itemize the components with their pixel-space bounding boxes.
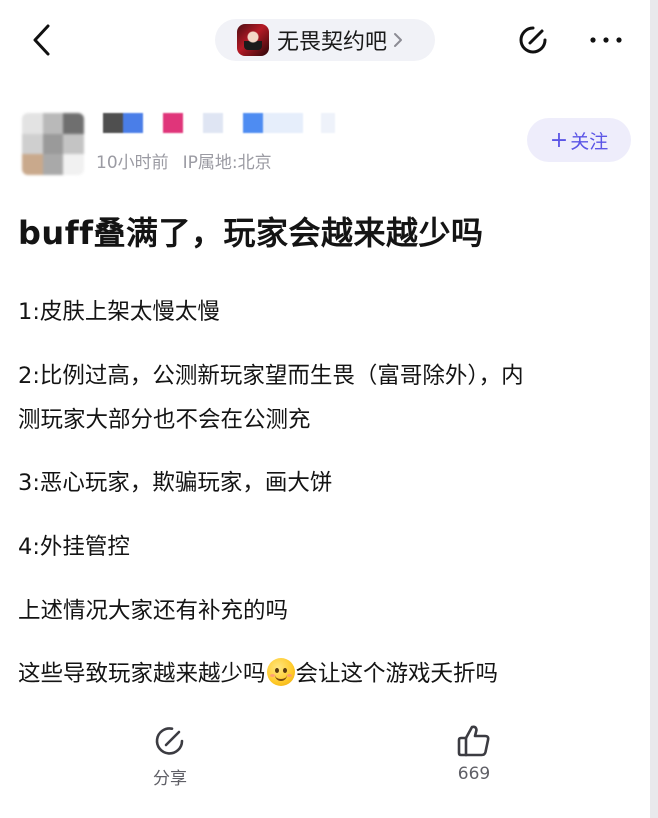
follow-button[interactable]: + 关注 — [527, 118, 631, 162]
scroll-edge — [650, 0, 658, 818]
share-button[interactable]: 分享 — [130, 722, 210, 789]
post-text: 会让这个游戏夭折吗 — [295, 661, 499, 687]
post-line: 测玩家大部分也不会在公测充 — [18, 407, 311, 433]
back-button[interactable] — [22, 20, 62, 60]
share-top-button[interactable] — [513, 20, 553, 60]
post-line-with-emoji: 这些导致玩家越来越少吗 会让这个游戏夭折吗 — [18, 656, 498, 688]
post-line: 上述情况大家还有补充的吗 — [18, 598, 289, 624]
post-text: 这些导致玩家越来越少吗 — [18, 661, 266, 687]
post-line: 4:外挂管控 — [18, 534, 130, 560]
forum-name: 无畏契约吧 — [277, 30, 388, 55]
more-icon — [590, 37, 622, 43]
chevron-left-icon — [33, 24, 50, 56]
post-meta: 10小时前 IP属地:北京 — [96, 148, 272, 173]
follow-label: 关注 — [570, 130, 609, 153]
smiling-face-emoji-icon — [266, 658, 295, 686]
ip-location: IP属地:北京 — [182, 153, 272, 173]
post-line: 2:比例过高，公测新玩家望而生畏（富哥除外），内 — [18, 363, 524, 389]
chevron-right-icon — [393, 32, 403, 48]
author-name-redacted[interactable] — [103, 113, 343, 135]
like-button[interactable]: 669 — [434, 722, 514, 784]
post-line: 3:恶心玩家，欺骗玩家，画大饼 — [18, 470, 333, 496]
post-line: 1:皮肤上架太慢太慢 — [18, 299, 220, 325]
forum-avatar — [237, 24, 269, 56]
like-count: 669 — [457, 764, 491, 784]
plus-icon: + — [549, 127, 569, 153]
post-title: buff叠满了，玩家会越来越少吗 — [18, 214, 484, 252]
author-avatar[interactable] — [22, 113, 84, 175]
share-icon — [155, 727, 184, 755]
post-time: 10小时前 — [96, 153, 169, 173]
top-bar: 无畏契约吧 — [0, 0, 650, 80]
thumbs-up-icon — [457, 725, 490, 757]
forum-pill[interactable]: 无畏契约吧 — [215, 19, 435, 61]
share-label: 分享 — [153, 769, 187, 789]
share-icon — [519, 26, 547, 54]
more-button[interactable] — [584, 20, 628, 60]
